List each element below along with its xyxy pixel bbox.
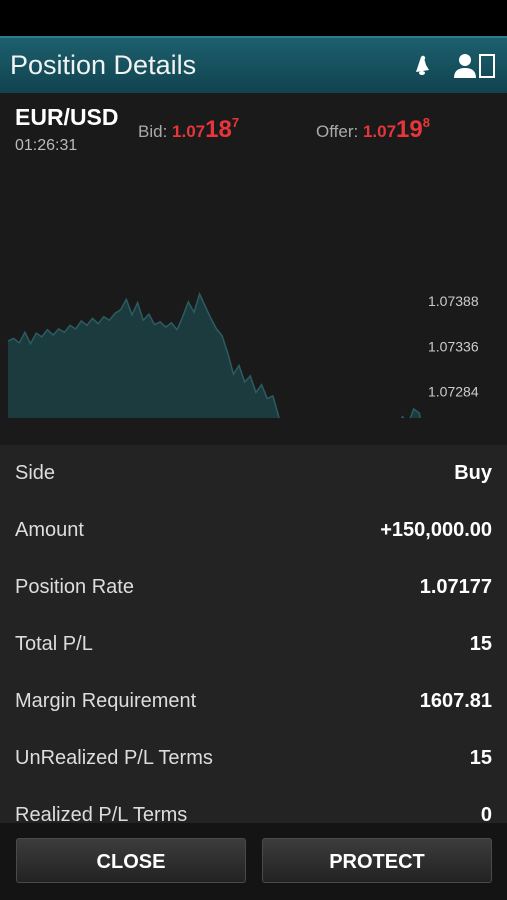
- page-title: Position Details: [10, 50, 197, 80]
- y-tick-label: 1.07336: [428, 338, 479, 354]
- bid-label: Bid:: [138, 122, 168, 141]
- detail-value: 15: [469, 633, 492, 655]
- status-bar: [0, 0, 507, 36]
- detail-label: Amount: [15, 519, 84, 541]
- detail-row: UnRealized P/L Terms 15: [0, 730, 507, 787]
- position-details-list: Side Buy Amount +150,000.00 Position Rate 1.0…: [0, 445, 507, 823]
- person-icon[interactable]: [452, 52, 496, 80]
- detail-value: Buy: [454, 462, 492, 484]
- detail-value: 15: [469, 747, 492, 769]
- detail-label: Margin Requirement: [15, 690, 197, 712]
- detail-row: Amount +150,000.00: [0, 502, 507, 559]
- detail-label: UnRealized P/L Terms: [15, 747, 213, 769]
- bid-main: 1.07: [172, 122, 206, 141]
- offer-main: 1.07: [362, 122, 397, 141]
- detail-row: Realized P/L Terms 0: [0, 787, 507, 823]
- offer-big: 19: [396, 116, 423, 143]
- action-bar: CLOSE PROTECT: [0, 823, 507, 900]
- detail-label: Side: [15, 462, 56, 484]
- detail-row: Side Buy: [0, 445, 507, 502]
- detail-value: 0: [480, 804, 492, 823]
- protect-button[interactable]: PROTECT: [262, 838, 492, 883]
- detail-value: 1607.81: [419, 690, 492, 712]
- detail-row: Position Rate 1.07177: [0, 559, 507, 616]
- offer-sup: 8: [422, 115, 430, 130]
- quote-time: 01:26:31: [15, 137, 78, 154]
- price-area: [8, 294, 421, 418]
- detail-label: Position Rate: [15, 576, 134, 598]
- currency-pair: EUR/USD: [15, 104, 119, 130]
- app-header: Position Details: [0, 36, 507, 93]
- detail-value: +150,000.00: [380, 519, 492, 541]
- detail-row: Margin Requirement 1607.81: [0, 673, 507, 730]
- bid-value: 1.07187: [172, 115, 239, 143]
- y-tick-label: 1.07388: [428, 293, 479, 309]
- price-chart: 1.073881.073361.072841.072311.07179 04/2…: [7, 291, 479, 418]
- offer-quote: Offer: 1.07198: [316, 115, 430, 144]
- offer-value: 1.07198: [362, 115, 430, 143]
- offer-label: Offer:: [316, 122, 359, 141]
- y-tick-label: 1.07284: [428, 384, 479, 400]
- detail-value: 1.07177: [419, 576, 492, 598]
- instrument-panel: EUR/USD 01:26:31 Bid: 1.07187 Offer: 1.0…: [0, 93, 507, 445]
- bid-quote: Bid: 1.07187: [138, 115, 239, 144]
- bid-big: 18: [205, 116, 232, 143]
- detail-label: Realized P/L Terms: [15, 804, 188, 823]
- bell-icon[interactable]: [408, 53, 434, 79]
- detail-row: Total P/L 15: [0, 616, 507, 673]
- detail-label: Total P/L: [15, 633, 93, 655]
- bid-sup: 7: [231, 115, 240, 130]
- close-button[interactable]: CLOSE: [16, 838, 246, 883]
